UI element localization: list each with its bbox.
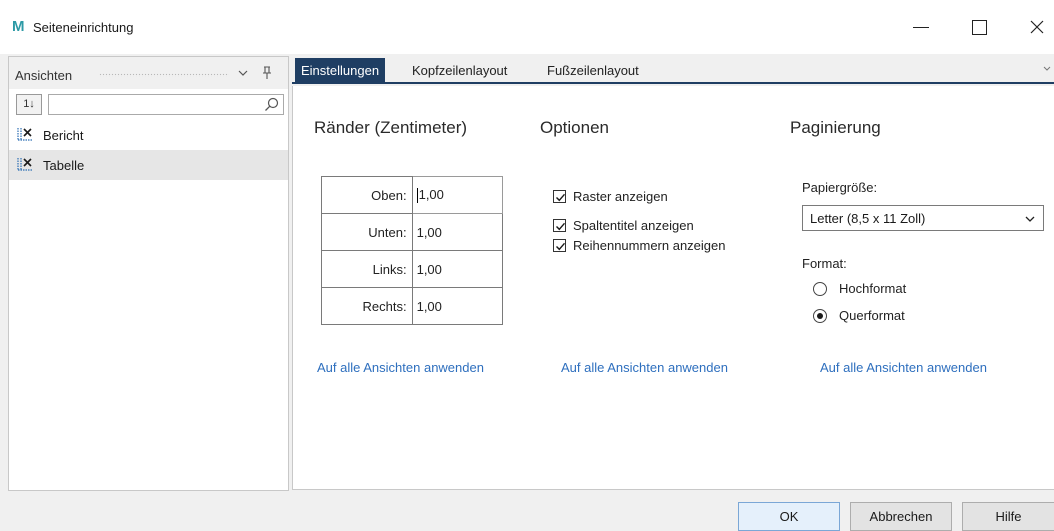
views-list: Bericht Tabelle: [9, 120, 288, 180]
checkmark-icon: [556, 193, 566, 202]
minimize-button[interactable]: [908, 14, 934, 40]
table-view-icon: [17, 158, 32, 171]
app-logo-icon: M: [12, 18, 25, 35]
drag-grip[interactable]: [99, 73, 229, 77]
pagination-apply-all-link[interactable]: Auf alle Ansichten anwenden: [820, 360, 987, 375]
tab-fusszeilenlayout[interactable]: Fußzeilenlayout: [541, 58, 645, 84]
margin-top-label: Oben:: [321, 176, 413, 214]
checkmark-icon: [556, 222, 566, 231]
tab-einstellungen[interactable]: Einstellungen: [295, 58, 386, 84]
checkbox-label: Spaltentitel anzeigen: [573, 218, 694, 233]
options-apply-all-link[interactable]: Auf alle Ansichten anwenden: [561, 360, 728, 375]
cancel-button[interactable]: Abbrechen: [850, 502, 952, 531]
views-panel-title: Ansichten: [15, 68, 73, 83]
format-label: Format:: [802, 256, 847, 271]
settings-content: Ränder (Zentimeter) Optionen Paginierung…: [292, 86, 1054, 490]
maximize-button[interactable]: [966, 14, 992, 40]
search-input[interactable]: [48, 94, 284, 115]
margin-bottom-label: Unten:: [321, 213, 413, 251]
margins-apply-all-link[interactable]: Auf alle Ansichten anwenden: [317, 360, 484, 375]
title-bar: M Seiteneinrichtung: [0, 0, 1054, 54]
margin-top-value: 1,00: [418, 186, 444, 202]
radio-circle: [813, 309, 827, 323]
list-item-label: Bericht: [43, 128, 84, 143]
help-button[interactable]: Hilfe: [962, 502, 1054, 531]
search-icon: [265, 97, 279, 111]
checkbox-label: Raster anzeigen: [573, 189, 668, 204]
list-item-bericht[interactable]: Bericht: [9, 120, 288, 150]
checkbox-label: Reihennummern anzeigen: [573, 238, 726, 253]
text-caret: [416, 188, 418, 204]
margins-table: Oben: 1,00 Unten: 1,00 Links: 1,00 Recht…: [321, 176, 504, 325]
table-row: Unten: 1,00: [321, 213, 504, 251]
margins-section-title: Ränder (Zentimeter): [314, 118, 468, 137]
checkmark-icon: [556, 242, 566, 251]
options-section-title: Optionen: [540, 118, 609, 137]
margin-left-input[interactable]: 1,00: [411, 250, 504, 288]
margin-left-label: Links:: [321, 250, 413, 288]
chevron-down-icon[interactable]: [1042, 64, 1052, 74]
table-row: Links: 1,00: [321, 250, 504, 288]
radio-label: Querformat: [839, 308, 905, 323]
margin-right-label: Rechts:: [321, 287, 413, 325]
margin-top-input[interactable]: 1,00: [411, 176, 504, 214]
radio-label: Hochformat: [839, 281, 907, 296]
chevron-down-icon: [1025, 216, 1035, 222]
paper-size-label: Papiergröße:: [802, 180, 878, 195]
close-icon: [1030, 20, 1044, 34]
margin-right-input[interactable]: 1,00: [411, 287, 504, 325]
views-panel: Ansichten 1↓ Bericht Tabelle: [8, 56, 289, 491]
tab-kopfzeilenlayout[interactable]: Kopfzeilenlayout: [406, 58, 513, 84]
ok-button[interactable]: OK: [738, 502, 840, 531]
list-item-label: Tabelle: [43, 158, 85, 173]
checkbox-box: [553, 239, 566, 252]
window-title: Seiteneinrichtung: [33, 20, 134, 35]
table-row: Oben: 1,00: [321, 176, 504, 214]
radio-circle: [813, 282, 827, 296]
paper-size-value: Letter (8,5 x 11 Zoll): [810, 211, 926, 226]
checkbox-box: [553, 190, 566, 203]
pin-icon[interactable]: [261, 66, 273, 80]
margin-bottom-input[interactable]: 1,00: [411, 213, 504, 251]
paper-size-select[interactable]: Letter (8,5 x 11 Zoll): [802, 205, 1044, 231]
sort-button[interactable]: 1↓: [16, 94, 42, 115]
close-button[interactable]: [1024, 14, 1050, 40]
radio-dot: [817, 313, 823, 319]
checkbox-box: [553, 219, 566, 232]
list-item-tabelle[interactable]: Tabelle: [9, 150, 288, 180]
tab-bar: Einstellungen Kopfzeilenlayout Fußzeilen…: [292, 56, 1054, 84]
report-view-icon: [17, 128, 32, 141]
views-panel-header: Ansichten: [9, 57, 288, 89]
chevron-down-icon[interactable]: [237, 67, 249, 79]
pagination-section-title: Paginierung: [790, 118, 881, 137]
table-row: Rechts: 1,00: [321, 287, 504, 325]
